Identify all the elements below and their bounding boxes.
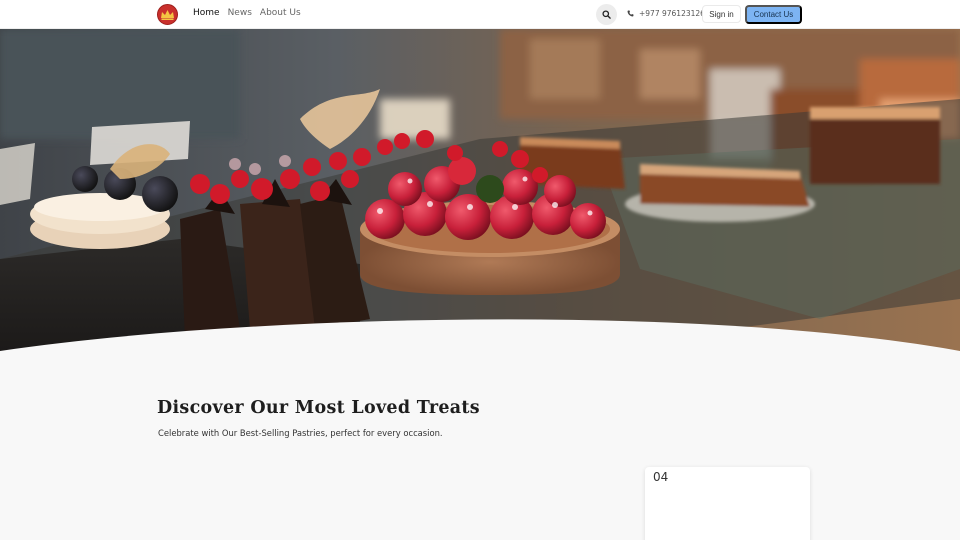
nav-about-us[interactable]: About Us (260, 8, 301, 18)
product-card[interactable]: 04 (645, 467, 810, 540)
contact-us-button[interactable]: Contact Us (745, 5, 802, 24)
pastry-display-image (0, 29, 960, 351)
brand-logo[interactable] (157, 4, 178, 25)
section-title: Discover Our Most Loved Treats (157, 398, 480, 418)
hero-image (0, 29, 960, 351)
sign-in-button[interactable]: Sign in (702, 5, 741, 23)
phone-contact[interactable]: +977 9761231262 (627, 9, 710, 18)
site-header: Home News About Us +977 9761231262 Sign … (0, 0, 960, 29)
nav-news[interactable]: News (228, 8, 252, 18)
phone-icon (627, 10, 634, 17)
crown-logo-icon (161, 10, 174, 20)
search-icon (602, 10, 611, 19)
search-button[interactable] (596, 4, 617, 25)
card-number: 04 (653, 470, 669, 484)
phone-number: +977 9761231262 (639, 9, 710, 18)
nav-home[interactable]: Home (193, 8, 220, 18)
section-subtitle: Celebrate with Our Best-Selling Pastries… (158, 428, 443, 438)
main-nav: Home News About Us (193, 8, 301, 18)
